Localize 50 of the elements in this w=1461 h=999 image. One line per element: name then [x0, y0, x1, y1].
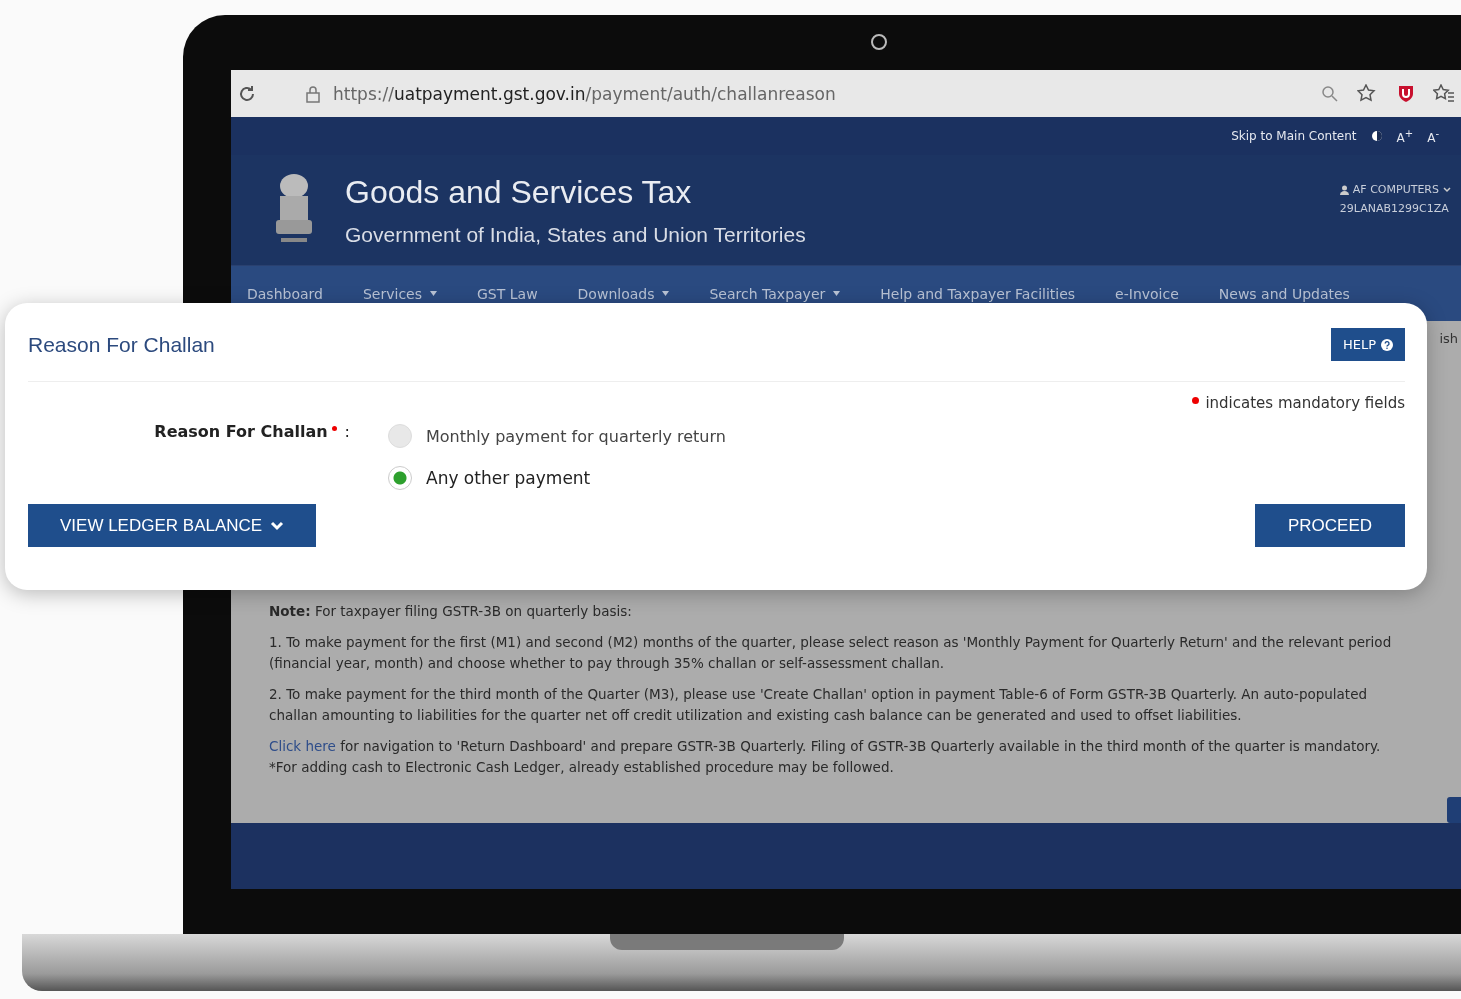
gstin-text: 29LANAB1299C1ZA — [1339, 202, 1450, 215]
caret-icon — [430, 291, 437, 296]
mandatory-note: indicates mandatory fields — [1205, 394, 1405, 412]
camera-icon — [871, 34, 887, 50]
favorites-icon[interactable] — [1433, 83, 1455, 104]
nav-item[interactable]: Dashboard — [247, 285, 323, 302]
reload-icon[interactable] — [237, 83, 257, 104]
help-button[interactable]: HELP — [1330, 328, 1405, 361]
contrast-icon[interactable] — [1370, 130, 1383, 142]
skip-link[interactable]: Skip to Main Content — [1231, 129, 1357, 143]
nav-item[interactable]: Help and Taxpayer Facilities — [880, 285, 1076, 302]
field-label: Reason For Challan — [154, 422, 328, 441]
click-here-link[interactable]: Click here — [269, 738, 336, 754]
nav-item[interactable]: GST Law — [477, 285, 538, 302]
view-ledger-balance-button[interactable]: VIEW LEDGER BALANCE — [28, 504, 317, 547]
url-text[interactable]: https://uatpayment.gst.gov.in/payment/auth/challanreason — [333, 83, 836, 104]
caret-icon — [833, 291, 841, 296]
radio-button[interactable] — [388, 466, 412, 490]
required-dot-icon — [331, 426, 337, 431]
note-point: 1. To make payment for the first (M1) and second (M2) months of the quarter, please select reason as 'Monthly Payment for Quarterly Return' and the relevant period (financial year, month) and choose whether to pay through 35% challan or self-assessment challan. — [269, 633, 1393, 673]
font-decrease-link[interactable]: A$^{-}$ — [1427, 127, 1439, 145]
note-text: for navigation to 'Return Dashboard' and prepare GSTR-3B Quarterly. Filing of GSTR-3B Quarterly available in the third month of the quarter is mandatory. — [340, 738, 1381, 754]
nav-item[interactable]: Downloads — [577, 285, 670, 302]
chevron-down-icon — [270, 520, 285, 531]
help-icon — [1381, 338, 1393, 351]
user-name-menu[interactable]: AF COMPUTERS — [1352, 183, 1439, 196]
dialog-title: Reason For Challan — [28, 332, 215, 357]
background-text: ish — [1439, 331, 1458, 346]
note-intro: Note: For taxpayer filing GSTR-3B on quarterly basis: — [269, 602, 633, 621]
nav-item[interactable]: e-Invoice — [1115, 285, 1179, 302]
site-title: Goods and Services Tax — [345, 173, 693, 211]
field-colon: : — [344, 422, 350, 441]
zoom-icon[interactable] — [1321, 84, 1339, 103]
shield-icon[interactable] — [1397, 83, 1415, 104]
note-point: 2. To make payment for the third month of the Quarter (M3), please use 'Create Challan' option in payment Table-6 of Form GSTR-3B Quarterly. An auto-populated challan amounting to liabilities for the quarter net off credit utilization and existing cash balance can be generated and used to offset liabilities. — [269, 685, 1369, 725]
caret-icon — [1443, 186, 1451, 193]
caret-icon — [662, 291, 670, 296]
nav-item[interactable]: News and Updates — [1218, 285, 1350, 302]
nav-item[interactable]: Search Taxpayer — [709, 285, 841, 302]
font-increase-link[interactable]: A$^{+}$ — [1396, 127, 1414, 145]
lock-icon — [305, 84, 321, 103]
proceed-button[interactable]: PROCEED — [1254, 504, 1405, 547]
user-icon — [1339, 184, 1349, 195]
site-subtitle: Government of India, States and Union Territories — [345, 222, 806, 247]
note-footnote: *For adding cash to Electronic Cash Ledger, already established procedure may be followed. — [269, 758, 895, 777]
radio-button[interactable] — [388, 424, 412, 448]
required-dot-icon — [1192, 397, 1200, 404]
nav-item[interactable]: Services — [362, 285, 437, 302]
radio-label[interactable]: Any other payment — [426, 468, 591, 488]
radio-label[interactable]: Monthly payment for quarterly return — [426, 426, 726, 446]
